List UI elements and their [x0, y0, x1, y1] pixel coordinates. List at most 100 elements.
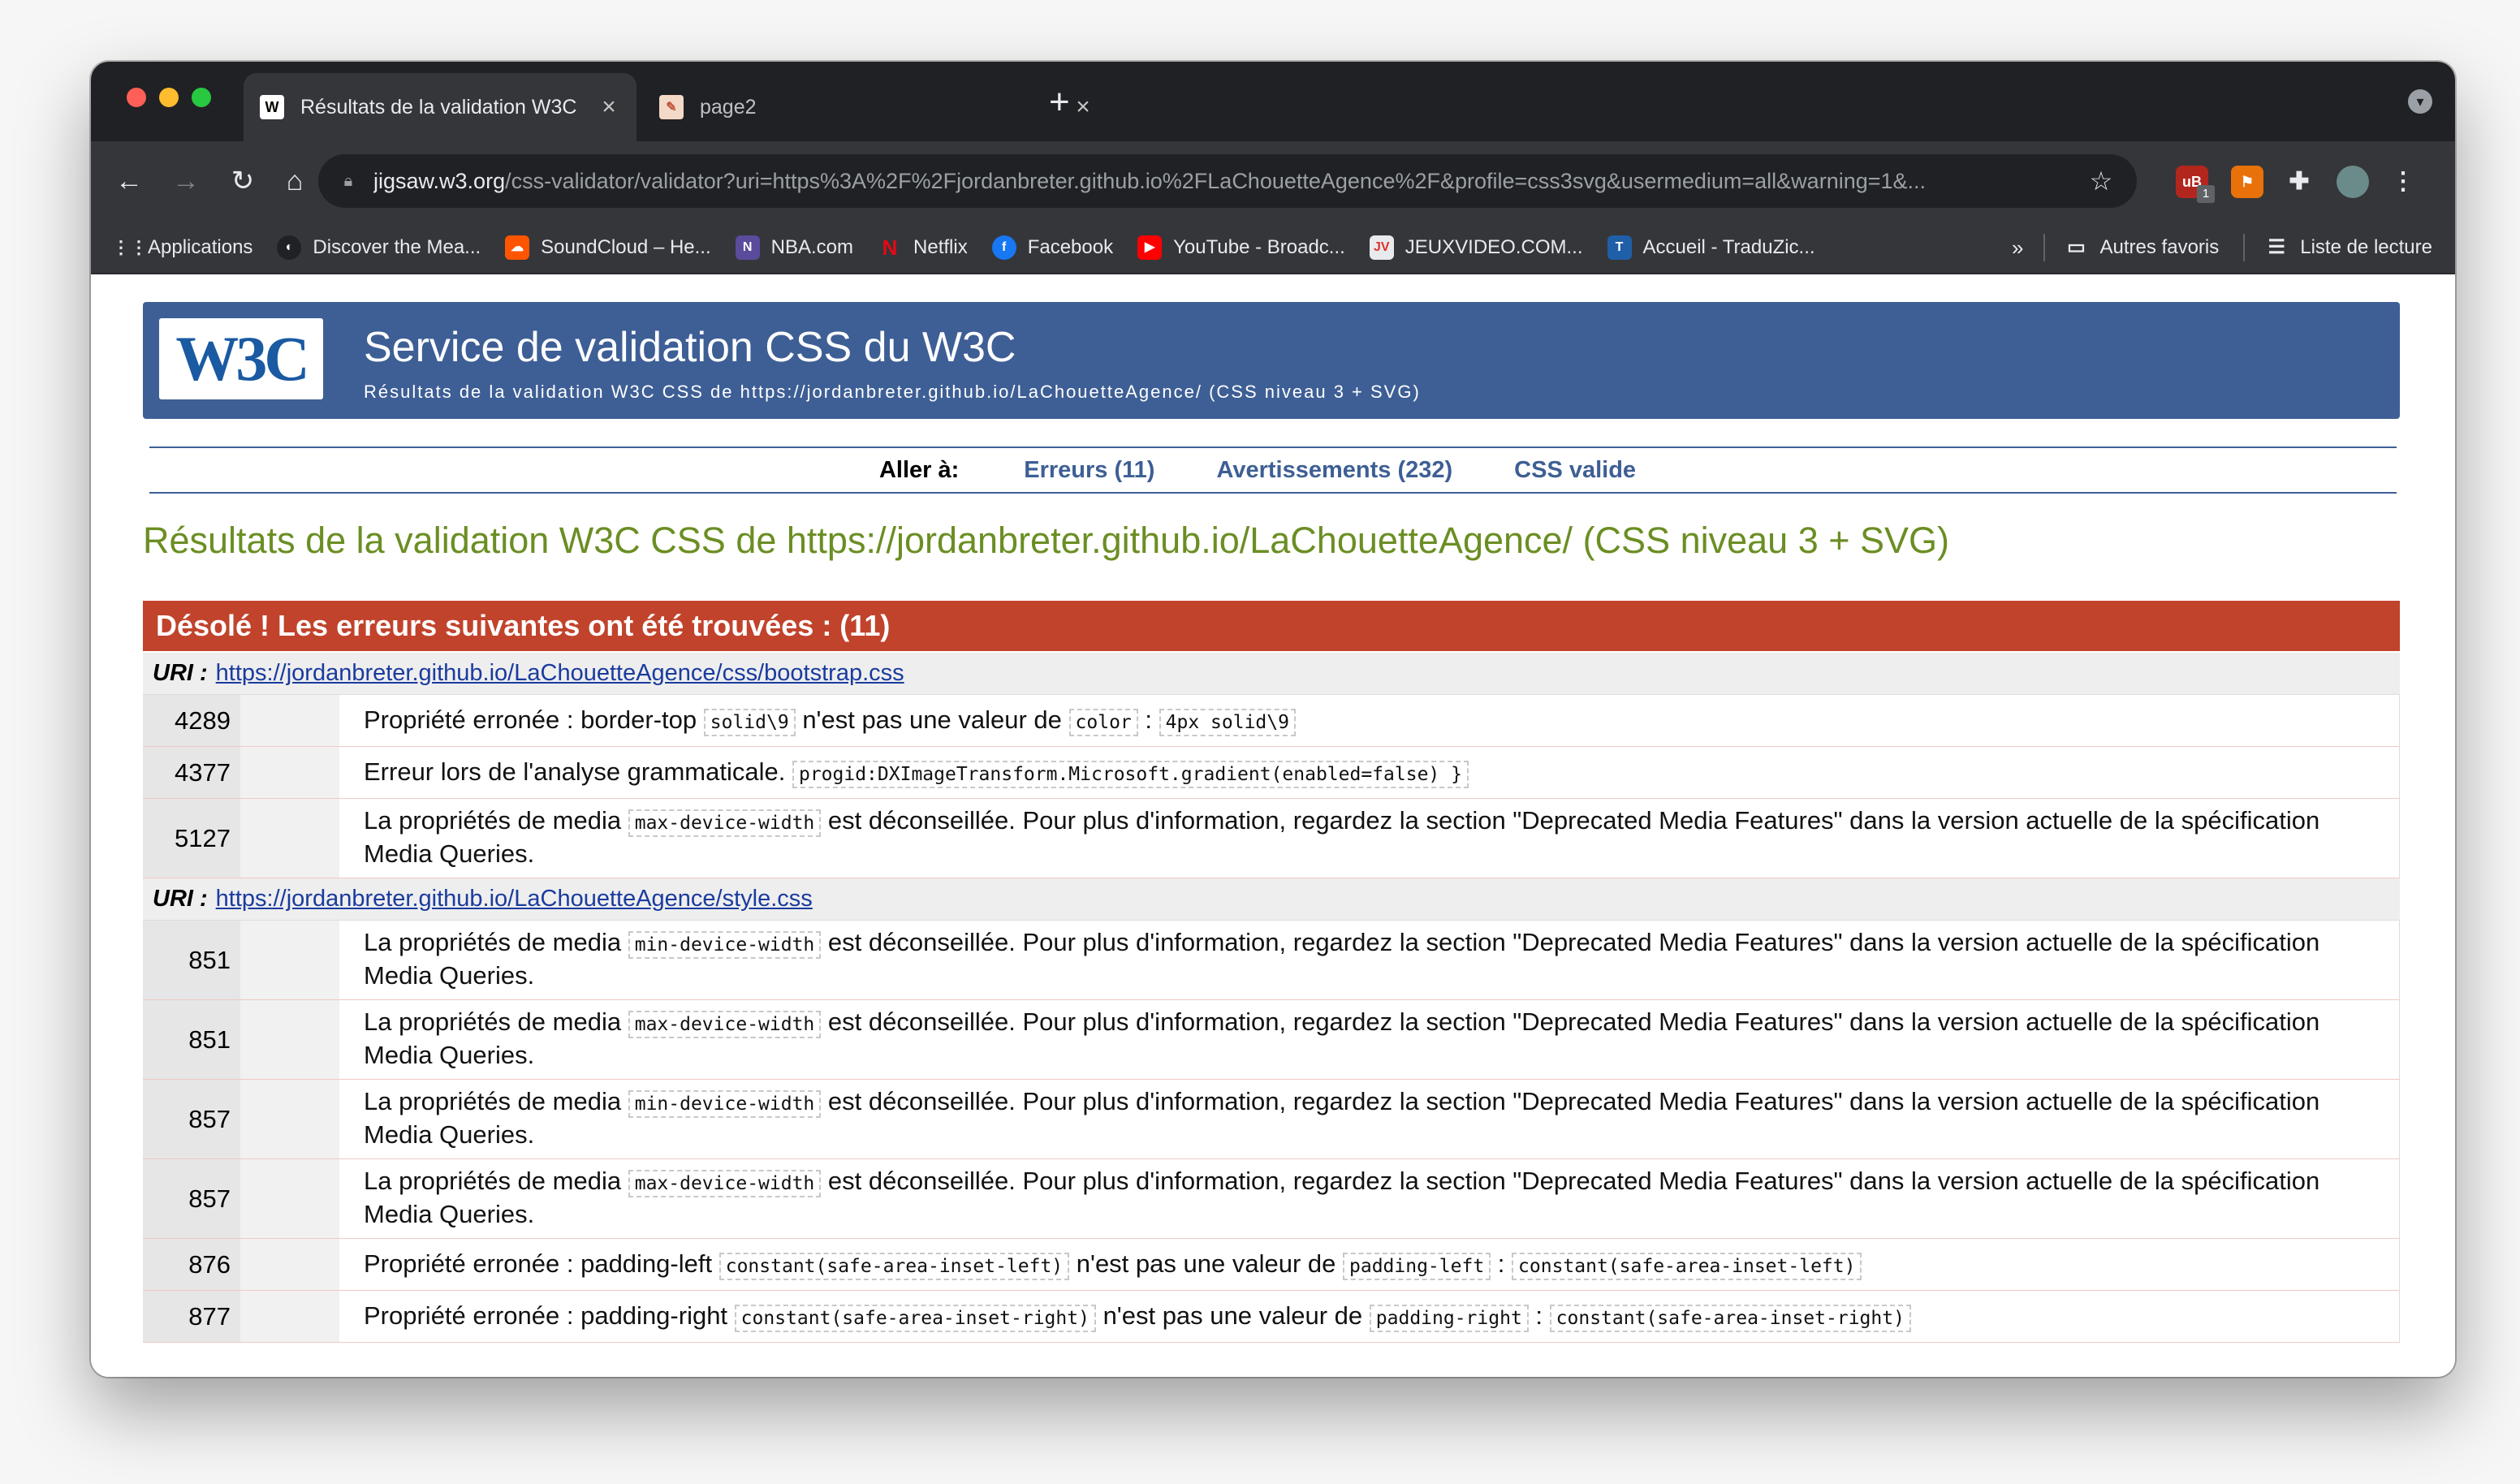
message-text: n'est pas une valeur de [802, 705, 1062, 734]
more-bookmarks-button[interactable]: » [2012, 235, 2023, 261]
message-text: Propriété erronée : border-top [364, 705, 697, 734]
close-tab-icon[interactable]: × [598, 93, 620, 121]
tab-page2[interactable]: ✎ page2 × [643, 73, 1111, 141]
maximize-window-button[interactable] [192, 88, 211, 107]
w3c-logo[interactable]: W3C [159, 318, 323, 399]
error-table: URI : https://jordanbreter.github.io/LaC… [143, 653, 2400, 1343]
bookmarks-right: » ▭ Autres favoris ☰ Liste de lecture [2012, 222, 2432, 273]
new-tab-button[interactable]: + [1049, 84, 1070, 120]
message-text: La propriétés de media [364, 1087, 622, 1115]
home-icon[interactable]: ⌂ [274, 161, 315, 201]
error-message: Propriété erronée : padding-left constan… [339, 1239, 2399, 1290]
line-number: 876 [143, 1239, 240, 1290]
bookmark-star-icon[interactable]: ☆ [2085, 166, 2117, 196]
bookmark-facebook[interactable]: f Facebook [991, 235, 1113, 260]
error-message: Erreur lors de l'analyse grammaticale. p… [339, 747, 2399, 798]
bookmark-jeuxvideo[interactable]: JV JEUXVIDEO.COM... [1369, 235, 1583, 260]
error-row: 876 Propriété erronée : padding-left con… [143, 1239, 2400, 1291]
message-text: Propriété erronée : padding-left [364, 1249, 713, 1278]
code-snippet: max-device-width [628, 1011, 822, 1038]
bookmark-applications[interactable]: ⋮⋮ Applications [112, 235, 252, 260]
logo-text: W3C [175, 323, 309, 394]
browser-toolbar: ← → ↻ ⌂ 🔒︎ jigsaw.w3.org/css-validator/v… [91, 141, 2455, 222]
browser-window: W Résultats de la validation W3C × ✎ pag… [91, 62, 2455, 1377]
error-row: 4289 Propriété erronée : border-top soli… [143, 695, 2400, 747]
bookmark-label: Discover the Mea... [313, 236, 481, 258]
jump-navigation: Aller à: Erreurs (11) Avertissements (23… [149, 446, 2397, 494]
jump-valid-link[interactable]: CSS valide [1514, 457, 1636, 484]
bookmark-soundcloud[interactable]: ☁ SoundCloud – He... [505, 235, 711, 260]
profile-avatar[interactable] [2337, 166, 2369, 198]
code-snippet: min-device-width [628, 931, 822, 959]
bookmark-nba[interactable]: N NBA.com [735, 235, 853, 260]
jv-icon: JV [1369, 235, 1394, 260]
code-snippet: constant(safe-area-inset-right) [1549, 1305, 1911, 1332]
bookmark-label: YouTube - Broadc... [1173, 236, 1345, 258]
uri-row: URI : https://jordanbreter.github.io/LaC… [143, 878, 2400, 921]
moon-icon: ◐ [277, 235, 302, 260]
message-text: : [1535, 1301, 1543, 1330]
traduzic-icon: T [1607, 235, 1632, 260]
extension-badge: 1 [2197, 185, 2215, 203]
line-number: 851 [143, 921, 240, 999]
bookmark-traduzic[interactable]: T Accueil - TraduZic... [1607, 235, 1815, 260]
context-cell [240, 1080, 339, 1158]
url-path: /css-validator/validator?uri=https%3A%2F… [505, 168, 1927, 193]
error-message: La propriétés de media max-device-width … [339, 1159, 2399, 1238]
message-text: : [1145, 705, 1153, 734]
code-snippet: max-device-width [628, 1170, 822, 1197]
uri-link[interactable]: https://jordanbreter.github.io/LaChouett… [216, 660, 904, 687]
reload-icon[interactable]: ↻ [222, 161, 263, 201]
message-text: La propriétés de media [364, 928, 622, 956]
code-snippet: solid\9 [703, 709, 796, 736]
bookmark-label: Autres favoris [2099, 236, 2220, 258]
lock-icon[interactable]: 🔒︎ [338, 170, 359, 192]
back-icon[interactable]: ← [109, 161, 149, 201]
bookmark-youtube[interactable]: ▶ YouTube - Broadc... [1137, 235, 1345, 260]
error-row: 851 La propriétés de media max-device-wi… [143, 1000, 2400, 1080]
code-snippet: constant(safe-area-inset-left) [1512, 1253, 1862, 1280]
menu-kebab-icon[interactable]: ⋮ [2387, 166, 2419, 198]
error-row: 857 La propriétés de media min-device-wi… [143, 1080, 2400, 1159]
reading-list-button[interactable]: ☰ Liste de lecture [2264, 235, 2432, 260]
jump-label: Aller à: [878, 456, 960, 483]
tab-search-icon[interactable]: ▾ [2408, 89, 2432, 114]
page-content: W3C Service de validation CSS du W3C Rés… [91, 276, 2455, 1377]
tab-title: Résultats de la validation W3C [300, 95, 577, 119]
error-header: Désolé ! Les erreurs suivantes ont été t… [143, 601, 2400, 651]
code-snippet: 4px solid\9 [1159, 709, 1296, 736]
error-message: La propriétés de media max-device-width … [339, 799, 2399, 878]
tab-validation[interactable]: W Résultats de la validation W3C × [244, 73, 636, 141]
url-text[interactable]: jigsaw.w3.org/css-validator/validator?ur… [373, 169, 2085, 194]
address-bar[interactable]: 🔒︎ jigsaw.w3.org/css-validator/validator… [318, 154, 2137, 208]
forward-icon[interactable]: → [166, 161, 206, 201]
error-message: Propriété erronée : border-top solid\9 n… [339, 695, 2399, 746]
other-bookmarks-folder[interactable]: ▭ Autres favoris [2065, 235, 2220, 260]
error-message: Propriété erronée : padding-right consta… [339, 1291, 2399, 1342]
divider [2243, 234, 2246, 261]
error-row: 5127 La propriétés de media max-device-w… [143, 799, 2400, 878]
jump-warnings-link[interactable]: Avertissements (232) [1216, 457, 1452, 484]
context-cell [240, 1291, 339, 1342]
soundcloud-icon: ☁ [505, 235, 530, 260]
line-number: 857 [143, 1159, 240, 1238]
uri-link[interactable]: https://jordanbreter.github.io/LaChouett… [216, 886, 813, 912]
uri-label: URI : [153, 660, 208, 686]
uri-row: URI : https://jordanbreter.github.io/LaC… [143, 653, 2400, 695]
message-text: Propriété erronée : padding-right [364, 1301, 728, 1330]
bookmark-netflix[interactable]: N Netflix [878, 235, 968, 260]
puzzle-extensions-icon[interactable]: ✚ [2283, 166, 2315, 198]
close-window-button[interactable] [127, 88, 146, 107]
page-subtitle: Résultats de la validation W3C CSS de ht… [364, 382, 1421, 402]
code-snippet: color [1068, 709, 1138, 736]
youtube-icon: ▶ [1137, 235, 1163, 260]
context-cell [240, 1000, 339, 1079]
jump-errors-link[interactable]: Erreurs (11) [1024, 457, 1154, 484]
w3c-favicon-icon: W [260, 95, 284, 119]
minimize-window-button[interactable] [159, 88, 179, 107]
extension-icon[interactable]: ⚑ [2231, 166, 2263, 198]
close-tab-icon[interactable]: × [1072, 93, 1094, 121]
error-row: 4377 Erreur lors de l'analyse grammatica… [143, 747, 2400, 799]
bookmark-label: JEUXVIDEO.COM... [1405, 236, 1583, 258]
bookmark-discover[interactable]: ◐ Discover the Mea... [277, 235, 481, 260]
